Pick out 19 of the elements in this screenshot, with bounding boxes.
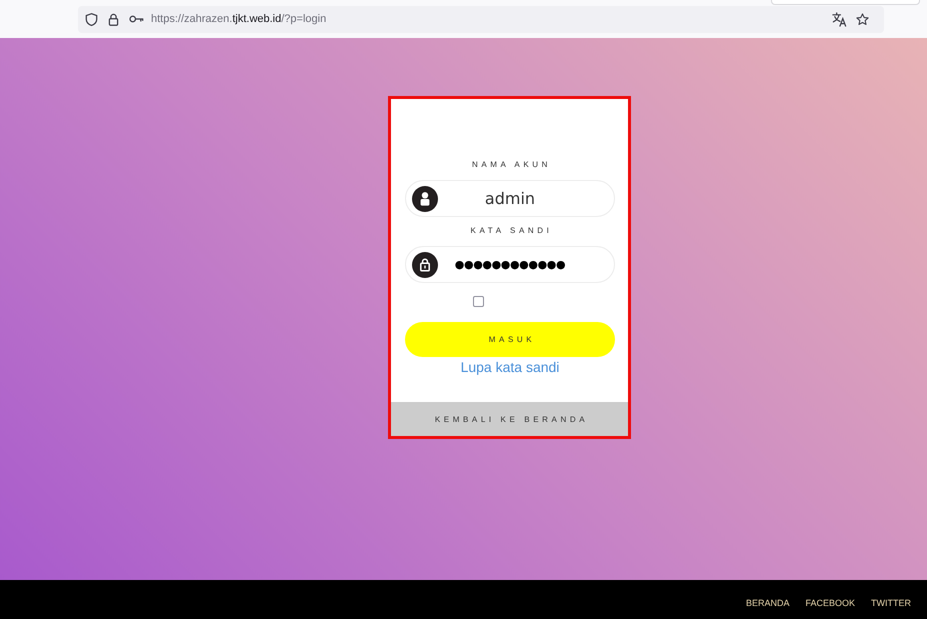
url-text[interactable]: https://zahrazen.tjkt.web.id/?p=login [151,13,326,25]
lock-icon[interactable] [107,12,120,26]
back-to-home-button[interactable]: KEMBALI KE BERANDA [391,402,628,436]
bookmark-star-icon[interactable] [856,12,869,26]
password-field[interactable]: ●●●●●●●●●●●● [405,246,615,283]
field-label: KATA SANDI [470,225,554,237]
padlock-icon [412,252,438,278]
footer-link[interactable]: FACEBOOK [805,598,855,609]
user-icon [412,186,438,212]
footer-link[interactable]: TWITTER [871,598,911,609]
address-bar[interactable]: https://zahrazen.tjkt.web.id/?p=login [78,6,884,32]
key-icon[interactable] [129,14,144,24]
shield-icon[interactable] [85,12,98,26]
translate-icon[interactable] [832,12,847,26]
remember-checkbox[interactable] [473,296,484,307]
username-field[interactable]: admin [405,180,615,217]
login-button[interactable]: MASUK [405,322,615,357]
field-label: NAMA AKUN [470,159,552,171]
footer-link[interactable]: BERANDA [746,598,790,609]
